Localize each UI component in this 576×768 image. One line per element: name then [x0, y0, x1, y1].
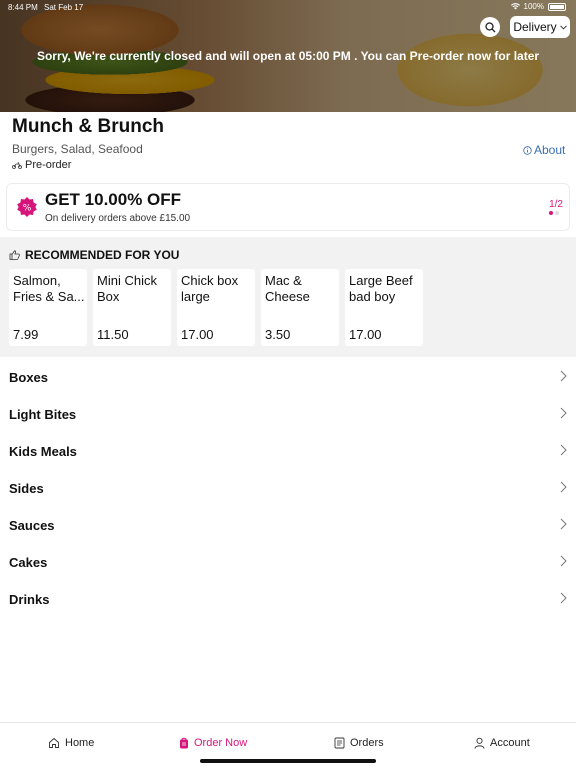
svg-text:%: % [23, 204, 32, 214]
preorder-indicator: Pre-order [12, 159, 71, 171]
recommended-item[interactable]: Chick box large 17.00 [177, 269, 255, 346]
chevron-right-icon [560, 370, 567, 382]
recommended-item[interactable]: Large Beef bad boy 17.00 [345, 269, 423, 346]
category-row-kids-meals[interactable]: Kids Meals [0, 433, 576, 470]
category-row-sides[interactable]: Sides [0, 470, 576, 507]
recommended-item-price: 17.00 [349, 327, 382, 342]
nav-account[interactable]: Account [474, 737, 530, 749]
info-icon [523, 145, 532, 155]
home-icon [49, 737, 59, 748]
recommended-section: RECOMMENDED FOR YOU Salmon, Fries & Sa..… [0, 237, 576, 357]
restaurant-name: Munch & Brunch [12, 116, 164, 137]
recommended-item-price: 7.99 [13, 327, 39, 342]
category-label: Cakes [9, 555, 48, 570]
recommended-item-name: Mini Chick Box [97, 273, 157, 304]
recommended-item-name: Salmon, Fries & Sa... [13, 273, 85, 304]
restaurant-cuisine: Burgers, Salad, Seafood [12, 142, 143, 156]
status-time: 8:44 PM [8, 3, 38, 12]
chevron-right-icon [560, 592, 567, 604]
category-label: Drinks [9, 592, 50, 607]
nav-orders[interactable]: Orders [334, 737, 384, 749]
offer-page-indicator: 1/2 [549, 199, 563, 210]
chevron-right-icon [560, 407, 567, 419]
battery-icon [548, 2, 566, 11]
delivery-mode-dropdown[interactable]: Delivery [510, 16, 570, 38]
nav-order-now-label: Order Now [194, 737, 248, 749]
offer-pagination-dots[interactable] [549, 211, 559, 215]
chevron-right-icon [560, 555, 567, 567]
preorder-label: Pre-order [25, 159, 72, 171]
recommended-item-name: Mac & Cheese [265, 273, 310, 304]
category-row-boxes[interactable]: Boxes [0, 359, 576, 396]
delivery-mode-label: Delivery [513, 20, 557, 34]
recommended-item[interactable]: Mac & Cheese 3.50 [261, 269, 339, 346]
recommended-item[interactable]: Salmon, Fries & Sa... 7.99 [9, 269, 87, 346]
status-right: 100% [510, 2, 566, 11]
nav-account-label: Account [490, 737, 530, 749]
category-label: Sauces [9, 518, 55, 533]
pagination-dot-active[interactable] [549, 211, 553, 215]
category-row-cakes[interactable]: Cakes [0, 544, 576, 581]
chevron-right-icon [560, 444, 567, 456]
recommended-header: RECOMMENDED FOR YOU [9, 248, 179, 262]
nav-order-now[interactable]: Order Now [179, 737, 247, 749]
chevron-right-icon [560, 481, 567, 493]
scooter-icon [12, 161, 22, 169]
order-bag-icon [180, 737, 188, 749]
recommended-item-price: 11.50 [97, 327, 129, 342]
home-indicator [200, 759, 376, 763]
search-icon [484, 21, 495, 32]
recommended-title: RECOMMENDED FOR YOU [25, 248, 180, 262]
recommended-item-name: Large Beef bad boy [349, 273, 413, 304]
pagination-dot[interactable] [555, 211, 559, 215]
nav-home[interactable]: Home [48, 737, 94, 749]
offer-title: GET 10.00% OFF [45, 190, 182, 209]
status-bar: 8:44 PM Sat Feb 17 100% [0, 0, 576, 16]
status-date: Sat Feb 17 [44, 3, 84, 12]
recommended-item-price: 17.00 [181, 327, 214, 342]
closed-message: Sorry, We're currently closed and will o… [36, 49, 540, 63]
chevron-right-icon [560, 518, 567, 530]
chevron-down-icon [559, 24, 567, 30]
offer-card[interactable]: % GET 10.00% OFF On delivery orders abov… [6, 183, 570, 231]
recommended-item-name: Chick box large [181, 273, 239, 304]
recommended-item[interactable]: Mini Chick Box 11.50 [93, 269, 171, 346]
receipt-icon [334, 737, 345, 749]
category-label: Kids Meals [9, 444, 77, 459]
user-icon [474, 737, 485, 749]
about-label: About [534, 143, 566, 157]
category-row-drinks[interactable]: Drinks [0, 581, 576, 618]
battery-percent: 100% [523, 2, 544, 11]
about-link[interactable]: About [523, 143, 565, 157]
category-row-sauces[interactable]: Sauces [0, 507, 576, 544]
nav-orders-label: Orders [350, 737, 384, 749]
nav-home-label: Home [65, 737, 95, 749]
category-label: Boxes [9, 370, 49, 385]
recommended-item-price: 3.50 [265, 327, 291, 342]
discount-badge-icon: % [17, 197, 37, 217]
thumbs-up-icon [9, 250, 20, 260]
category-label: Sides [9, 481, 44, 496]
category-label: Light Bites [9, 407, 77, 422]
hero-banner: 8:44 PM Sat Feb 17 100% Delivery Sorry, … [0, 0, 576, 112]
wifi-icon [510, 3, 520, 10]
offer-subtitle: On delivery orders above £15.00 [45, 213, 191, 224]
category-row-light-bites[interactable]: Light Bites [0, 396, 576, 433]
search-button[interactable] [480, 17, 500, 37]
